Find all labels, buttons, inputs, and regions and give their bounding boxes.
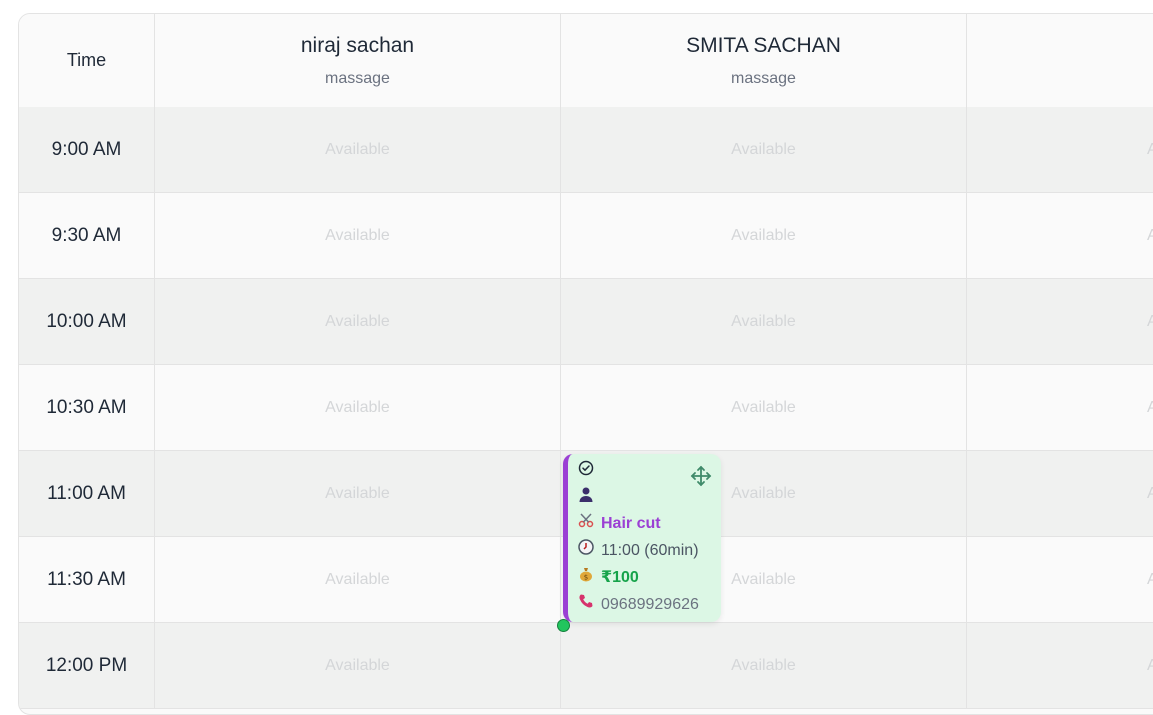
slot-available[interactable]: Av bbox=[967, 623, 1153, 708]
staff-service: massage bbox=[325, 70, 390, 87]
time-row: 10:30 AM Available Available Av bbox=[19, 365, 1153, 451]
slot-available[interactable]: Av bbox=[967, 365, 1153, 450]
staff-name: A bbox=[967, 34, 1153, 58]
staff-service: co bbox=[967, 70, 1153, 88]
appointment-card[interactable]: Hair cut 11:00 (60min) $ ₹100 0968992962… bbox=[563, 454, 721, 622]
move-icon[interactable] bbox=[689, 464, 713, 488]
time-row: 12:00 PM Available Available Av bbox=[19, 623, 1153, 709]
customer-phone[interactable]: 09689929626 bbox=[601, 596, 699, 613]
customer-row bbox=[577, 486, 601, 507]
slot-available[interactable]: Available bbox=[561, 365, 967, 450]
time-column-header: Time bbox=[19, 14, 155, 107]
appointment-price: ₹100 bbox=[601, 569, 639, 586]
slot-available[interactable]: Available bbox=[155, 107, 561, 192]
slot-available[interactable]: Av bbox=[967, 193, 1153, 278]
time-label: 10:00 AM bbox=[19, 279, 155, 364]
slot-available[interactable]: Available bbox=[561, 623, 967, 708]
svg-text:$: $ bbox=[584, 574, 588, 582]
slot-available[interactable]: Available bbox=[561, 279, 967, 364]
slot-available[interactable]: Available bbox=[155, 279, 561, 364]
slot-available[interactable]: Available bbox=[155, 451, 561, 536]
person-icon bbox=[577, 486, 595, 507]
time-label: 11:00 AM bbox=[19, 451, 155, 536]
staff-service: massage bbox=[731, 70, 796, 87]
time-header-label: Time bbox=[66, 50, 107, 70]
phone-icon bbox=[577, 593, 595, 614]
staff-header-third[interactable]: A co bbox=[967, 14, 1153, 107]
money-bag-icon: $ bbox=[577, 566, 595, 587]
time-label: 12:00 PM bbox=[19, 623, 155, 708]
slot-available[interactable]: Available bbox=[155, 537, 561, 622]
slot-available[interactable]: Av bbox=[967, 537, 1153, 622]
staff-name: niraj sachan bbox=[300, 34, 415, 57]
slot-available[interactable]: Av bbox=[967, 279, 1153, 364]
time-row-appt: 11:00 (60min) bbox=[577, 539, 699, 560]
time-label: 9:30 AM bbox=[19, 193, 155, 278]
slot-available[interactable]: Available bbox=[155, 365, 561, 450]
time-row: 10:00 AM Available Available Av bbox=[19, 279, 1153, 365]
service-row: Hair cut bbox=[577, 512, 661, 533]
time-row: 9:00 AM Available Available Av bbox=[19, 107, 1153, 193]
time-row: 9:30 AM Available Available Av bbox=[19, 193, 1153, 279]
staff-name: SMITA SACHAN bbox=[686, 34, 841, 57]
staff-header-smita[interactable]: SMITA SACHAN massage bbox=[561, 14, 967, 107]
phone-row: 09689929626 bbox=[577, 593, 699, 614]
service-name: Hair cut bbox=[601, 515, 661, 532]
schedule-header: Time niraj sachan massage SMITA SACHAN m… bbox=[19, 14, 1153, 108]
scissors-icon bbox=[577, 512, 595, 533]
slot-available[interactable]: Available bbox=[561, 193, 967, 278]
appointment-time: 11:00 (60min) bbox=[601, 542, 699, 559]
clock-icon bbox=[577, 539, 595, 560]
slot-available[interactable]: Available bbox=[561, 107, 967, 192]
time-label: 10:30 AM bbox=[19, 365, 155, 450]
time-label: 11:30 AM bbox=[19, 537, 155, 622]
schedule-board: Time niraj sachan massage SMITA SACHAN m… bbox=[18, 13, 1153, 715]
slot-available[interactable]: Av bbox=[967, 451, 1153, 536]
staff-header-niraj[interactable]: niraj sachan massage bbox=[155, 14, 561, 107]
slot-available[interactable]: Available bbox=[155, 193, 561, 278]
check-circle-icon[interactable] bbox=[577, 460, 595, 481]
status-indicator-dot bbox=[557, 619, 570, 632]
price-row: $ ₹100 bbox=[577, 566, 639, 587]
slot-available[interactable]: Av bbox=[967, 107, 1153, 192]
time-label: 9:00 AM bbox=[19, 107, 155, 192]
slot-available[interactable]: Available bbox=[155, 623, 561, 708]
status-row bbox=[577, 460, 601, 481]
